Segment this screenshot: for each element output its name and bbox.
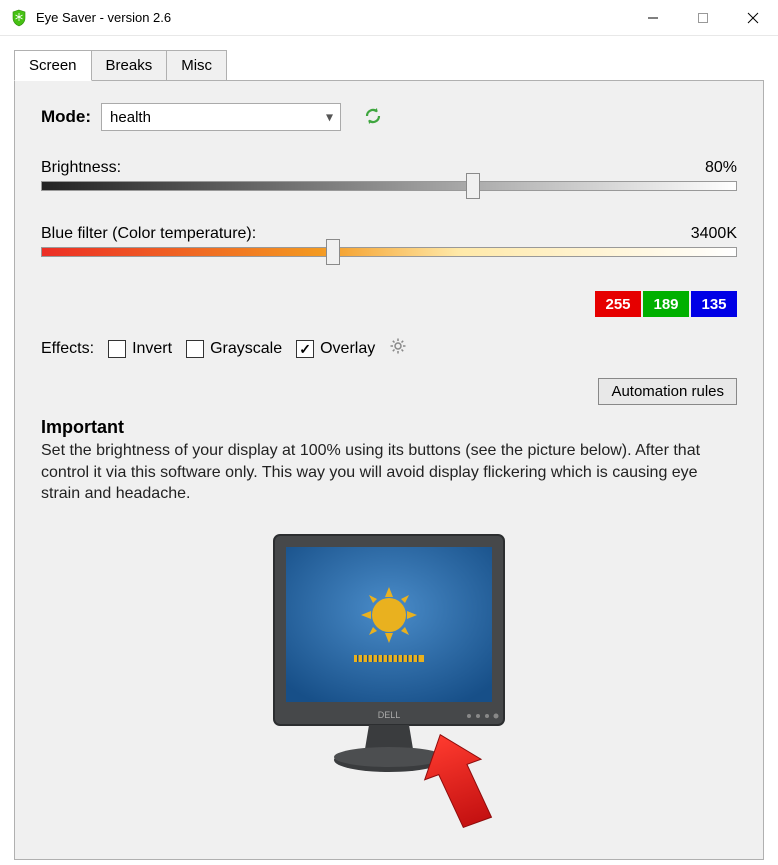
overlay-checkbox[interactable]: Overlay: [296, 340, 375, 358]
mode-label: Mode:: [41, 107, 91, 127]
tab-strip: Screen Breaks Misc: [14, 50, 764, 81]
blue-filter-thumb[interactable]: [326, 239, 340, 265]
rgb-g-value: 189: [643, 291, 689, 317]
tab-misc[interactable]: Misc: [166, 50, 227, 81]
brightness-value: 80%: [705, 159, 737, 177]
grayscale-checkbox[interactable]: Grayscale: [186, 340, 282, 358]
invert-label: Invert: [132, 340, 172, 358]
effects-label: Effects:: [41, 340, 94, 358]
window-title: Eye Saver - version 2.6: [36, 10, 171, 25]
rgb-b-value: 135: [691, 291, 737, 317]
important-text: Set the brightness of your display at 10…: [41, 440, 737, 505]
automation-rules-button[interactable]: Automation rules: [598, 378, 737, 405]
monitor-brand: DELL: [378, 710, 401, 720]
overlay-label: Overlay: [320, 340, 375, 358]
invert-checkbox[interactable]: Invert: [108, 340, 172, 358]
grayscale-label: Grayscale: [210, 340, 282, 358]
tab-screen[interactable]: Screen: [14, 50, 92, 81]
mode-select[interactable]: health: [101, 103, 341, 131]
maximize-button[interactable]: [678, 0, 728, 36]
titlebar: Eye Saver - version 2.6: [0, 0, 778, 36]
brightness-thumb[interactable]: [466, 173, 480, 199]
brightness-label: Brightness:: [41, 159, 121, 177]
app-shield-icon: [10, 9, 28, 27]
important-heading: Important: [41, 417, 737, 438]
brightness-slider[interactable]: [41, 181, 737, 209]
tab-panel-screen: Mode: health ▾ Brightness: 80%: [14, 80, 764, 860]
tab-breaks[interactable]: Breaks: [91, 50, 168, 81]
rgb-r-value: 255: [595, 291, 641, 317]
refresh-icon[interactable]: [363, 106, 383, 129]
rgb-readout: 255 189 135: [41, 291, 737, 317]
gear-icon[interactable]: [389, 337, 407, 360]
blue-filter-label: Blue filter (Color temperature):: [41, 225, 256, 243]
minimize-button[interactable]: [628, 0, 678, 36]
blue-filter-slider[interactable]: [41, 247, 737, 275]
blue-filter-value: 3400K: [691, 225, 737, 243]
close-button[interactable]: [728, 0, 778, 36]
monitor-illustration: DELL: [41, 525, 737, 785]
